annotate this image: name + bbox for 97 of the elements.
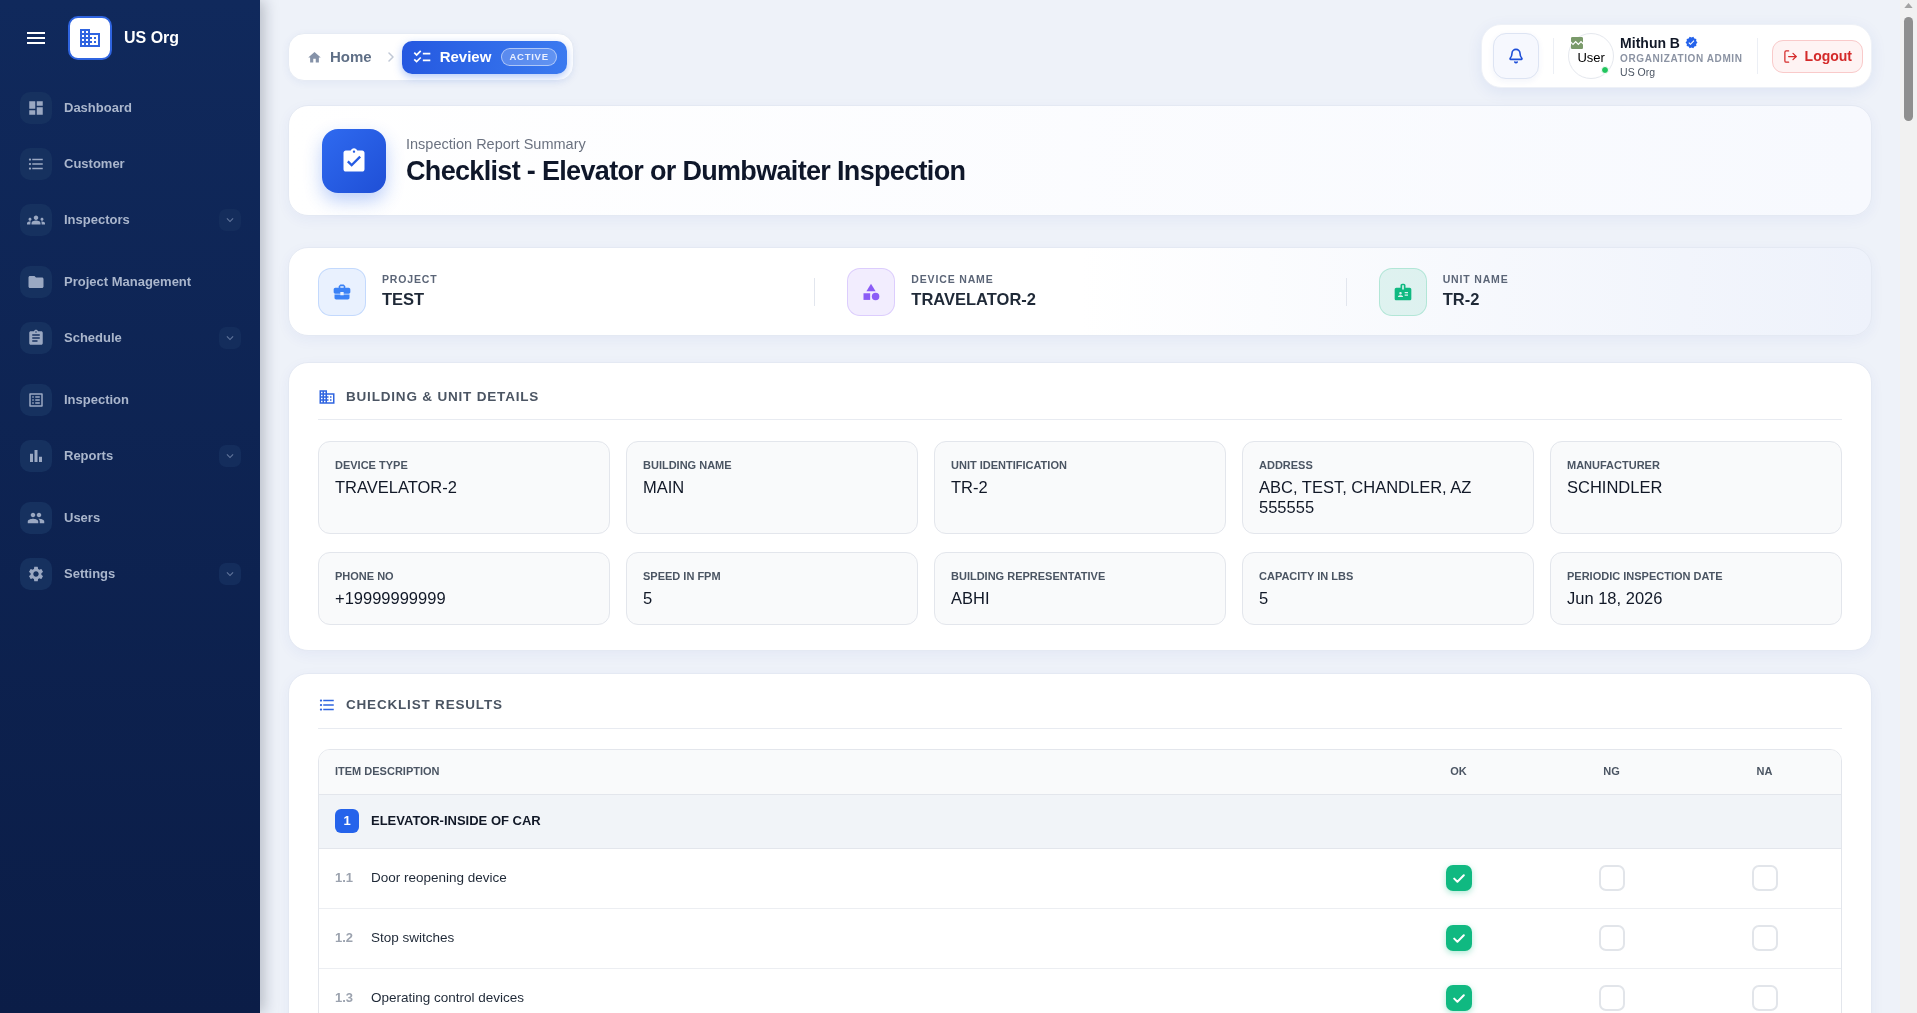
list-icon bbox=[20, 148, 52, 180]
checkbox[interactable] bbox=[1751, 985, 1778, 1011]
checkbox[interactable] bbox=[1598, 985, 1625, 1011]
summary-label: DEVICE NAME bbox=[911, 272, 995, 287]
check-icon bbox=[1452, 993, 1465, 1003]
checkbox[interactable] bbox=[1598, 865, 1625, 891]
detail-value: SCHINDLER bbox=[1567, 477, 1664, 498]
summary-value: TRAVELATOR-2 bbox=[911, 289, 1036, 310]
nav-item[interactable]: Reports bbox=[20, 434, 219, 478]
detail-label: PHONE NO bbox=[335, 569, 395, 584]
section-number: 1 bbox=[335, 809, 359, 833]
user-role: ORGANIZATION ADMIN bbox=[1620, 51, 1743, 65]
check-icon bbox=[1452, 933, 1465, 943]
summary-value: TR-2 bbox=[1442, 289, 1481, 310]
nav-item[interactable]: Inspection bbox=[20, 378, 241, 422]
settings-icon bbox=[20, 558, 52, 590]
folder-icon bbox=[20, 266, 52, 298]
detail-label: UNIT IDENTIFICATION bbox=[951, 458, 1068, 473]
check-icon bbox=[1452, 873, 1465, 883]
detail-value: +19999999999 bbox=[335, 588, 447, 609]
clipboard-icon bbox=[20, 322, 52, 354]
org-name: US Org bbox=[124, 28, 180, 48]
detail-label: SPEED IN FPM bbox=[643, 569, 722, 584]
detail-label: MANUFACTURER bbox=[1567, 458, 1661, 473]
column-header: NA bbox=[1756, 764, 1773, 780]
bar-chart-icon bbox=[20, 440, 52, 472]
nav-item[interactable]: Customer bbox=[20, 142, 241, 186]
checkbox[interactable] bbox=[1598, 925, 1625, 951]
nav-item[interactable]: Users bbox=[20, 496, 241, 540]
scrollbar-thumb[interactable] bbox=[1904, 17, 1913, 121]
summary-label: UNIT NAME bbox=[1442, 272, 1509, 287]
detail-value: TRAVELATOR-2 bbox=[335, 477, 458, 498]
report-title: Checklist - Elevator or Dumbwaiter Inspection bbox=[406, 154, 966, 188]
notification-button[interactable] bbox=[1493, 33, 1540, 79]
item-number: 1.3 bbox=[335, 990, 355, 1006]
detail-value: 5 bbox=[643, 588, 654, 609]
expand-button[interactable] bbox=[219, 209, 241, 231]
checkbox[interactable] bbox=[1751, 925, 1778, 951]
expand-button[interactable] bbox=[219, 327, 241, 349]
detail-value: ABHI bbox=[951, 588, 991, 609]
detail-label: BUILDING REPRESENTATIVE bbox=[951, 569, 1107, 584]
chevron-right-icon bbox=[387, 52, 394, 62]
detail-value: Jun 18, 2026 bbox=[1567, 588, 1664, 609]
detail-label: DEVICE TYPE bbox=[335, 458, 409, 473]
checkbox[interactable] bbox=[1751, 865, 1778, 891]
list-document-icon bbox=[20, 384, 52, 416]
user-name: Mithun B bbox=[1620, 33, 1680, 52]
scrollbar[interactable] bbox=[1900, 0, 1917, 1013]
dashboard-icon bbox=[20, 92, 52, 124]
report-subtitle: Inspection Report Summary bbox=[406, 134, 587, 154]
logout-button[interactable]: Logout bbox=[1771, 39, 1863, 73]
status-badge: ACTIVE bbox=[501, 47, 557, 67]
breadcrumb-link[interactable]: Home bbox=[299, 40, 380, 74]
nav-item[interactable]: Project Management bbox=[20, 260, 241, 304]
avatar-label: User bbox=[1577, 49, 1605, 68]
section-title: ELEVATOR-INSIDE OF CAR bbox=[371, 812, 541, 831]
breadcrumb-link[interactable]: Review ACTIVE bbox=[401, 40, 567, 74]
detail-label: BUILDING NAME bbox=[643, 458, 733, 473]
nav-item[interactable]: Settings bbox=[20, 552, 219, 596]
people-group-icon bbox=[20, 204, 52, 236]
item-description: Stop switches bbox=[371, 930, 455, 946]
column-header: NG bbox=[1603, 764, 1620, 780]
section-heading: BUILDING & UNIT DETAILS bbox=[346, 388, 540, 406]
column-header: ITEM DESCRIPTION bbox=[334, 764, 440, 780]
detail-value: ABC, TEST, CHANDLER, AZ 555555 bbox=[1259, 477, 1473, 518]
detail-label: ADDRESS bbox=[1259, 458, 1314, 473]
detail-value: MAIN bbox=[643, 477, 686, 498]
summary-value: TEST bbox=[382, 289, 426, 310]
scroll-up-arrow-icon[interactable] bbox=[1904, 3, 1913, 8]
detail-value: TR-2 bbox=[951, 477, 989, 498]
expand-button[interactable] bbox=[219, 445, 241, 467]
clipboard-check-icon bbox=[322, 128, 386, 193]
column-header: OK bbox=[1450, 764, 1467, 780]
checkbox[interactable] bbox=[1445, 985, 1472, 1011]
people-icon bbox=[20, 502, 52, 534]
detail-value: 5 bbox=[1259, 588, 1270, 609]
home-icon bbox=[307, 49, 322, 65]
item-description: Operating control devices bbox=[371, 990, 525, 1006]
item-number: 1.2 bbox=[335, 930, 355, 946]
nav-item[interactable]: Dashboard bbox=[20, 86, 241, 130]
checkbox[interactable] bbox=[1445, 925, 1472, 951]
summary-label: PROJECT bbox=[382, 272, 438, 287]
detail-label: PERIODIC INSPECTION DATE bbox=[1567, 569, 1724, 584]
detail-label: CAPACITY IN LBS bbox=[1259, 569, 1355, 584]
user-org: US Org bbox=[1620, 64, 1657, 79]
item-description: Door reopening device bbox=[371, 870, 507, 886]
bell-icon bbox=[1508, 48, 1525, 64]
nav-item[interactable]: Schedule bbox=[20, 316, 219, 360]
section-heading: CHECKLIST RESULTS bbox=[346, 696, 503, 715]
image-icon bbox=[1569, 35, 1586, 51]
expand-button[interactable] bbox=[219, 563, 241, 585]
item-number: 1.1 bbox=[335, 870, 355, 886]
logout-icon bbox=[1782, 48, 1798, 64]
building-icon bbox=[318, 388, 336, 407]
checkbox[interactable] bbox=[1445, 865, 1472, 891]
building-logo-icon bbox=[68, 16, 112, 60]
nav-item[interactable]: Inspectors bbox=[20, 198, 219, 242]
